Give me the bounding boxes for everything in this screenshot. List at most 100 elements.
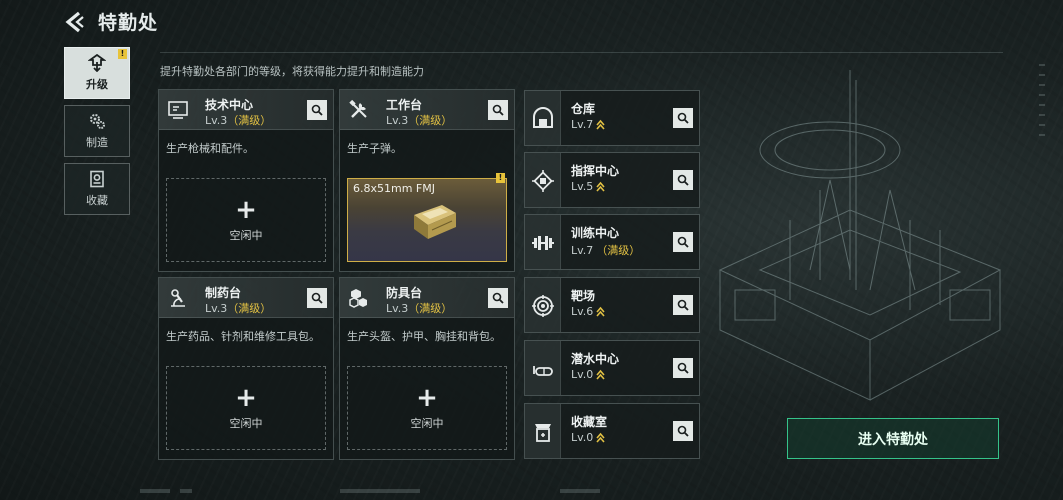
production-slot-idle[interactable]: + 空闲中 <box>347 366 507 450</box>
card-description: 生产头盔、护甲、胸挂和背包。 <box>347 330 501 343</box>
inspect-button[interactable] <box>307 100 327 120</box>
facility-icon-frame <box>525 404 561 458</box>
facility-icon-frame <box>525 91 561 145</box>
search-icon <box>677 174 689 186</box>
card-title: 制药台 <box>205 286 242 300</box>
inspect-button[interactable] <box>307 288 327 308</box>
side-nav: ! 升级 制造 收藏 <box>64 47 130 221</box>
command-chip-icon <box>532 170 554 192</box>
search-icon <box>492 104 504 116</box>
card-level: Lv.3（满级） <box>386 112 452 128</box>
card-level: Lv.3（满级） <box>386 300 452 316</box>
facility-level: Lv.7 <box>571 118 605 131</box>
card-armor-bench[interactable]: 防具台 Lv.3（满级） 生产头盔、护甲、胸挂和背包。 + 空闲中 <box>339 277 515 460</box>
facility-title: 潜水中心 <box>571 352 620 366</box>
nav-tab-upgrade[interactable]: ! 升级 <box>64 47 130 99</box>
upgrade-icon <box>88 54 106 72</box>
search-icon <box>677 425 689 437</box>
facility-title: 训练中心 <box>571 226 620 240</box>
inspect-button[interactable] <box>673 358 693 378</box>
idle-label: 空闲中 <box>410 417 444 430</box>
warehouse-icon <box>533 107 553 128</box>
nav-tab-collection[interactable]: 收藏 <box>64 163 130 215</box>
upgrade-available-icon <box>596 181 605 192</box>
level-value: Lv.0 <box>571 431 594 444</box>
card-pharmacy[interactable]: 制药台 Lv.3（满级） 生产药品、针剂和维修工具包。 + 空闲中 <box>158 277 334 460</box>
nav-tab-craft[interactable]: 制造 <box>64 105 130 157</box>
plus-icon: + <box>235 195 257 225</box>
max-level-tag: （满级） <box>227 302 272 315</box>
search-icon <box>492 292 504 304</box>
side-ticks <box>1039 64 1045 136</box>
facility-icon-frame <box>525 278 561 332</box>
card-title: 技术中心 <box>205 98 254 112</box>
search-icon <box>677 362 689 374</box>
level-value: Lv.5 <box>571 180 594 193</box>
card-header: 技术中心 Lv.3（满级） <box>159 90 333 130</box>
inspect-button[interactable] <box>673 232 693 252</box>
card-header: 工作台 Lv.3（满级） <box>340 90 514 130</box>
level-value: Lv.3 <box>205 114 228 127</box>
level-value: Lv.3 <box>205 302 228 315</box>
tools-icon <box>349 99 367 118</box>
inspect-button[interactable] <box>673 108 693 128</box>
headquarters-blueprint-art <box>718 70 1002 401</box>
production-slot-idle[interactable]: + 空闲中 <box>166 178 326 262</box>
level-value: Lv.7 <box>571 118 594 131</box>
nav-label-craft: 制造 <box>86 136 108 149</box>
bottom-decor-strip <box>140 489 600 493</box>
notification-badge: ! <box>118 49 127 59</box>
facility-warehouse[interactable]: 仓库 Lv.7 <box>524 90 700 146</box>
notification-badge: ! <box>496 173 505 183</box>
inspect-button[interactable] <box>673 170 693 190</box>
max-level-tag: （满级） <box>408 302 453 315</box>
facility-command-center[interactable]: 指挥中心 Lv.5 <box>524 152 700 208</box>
facility-diving-center[interactable]: 潜水中心 Lv.0 <box>524 340 700 396</box>
card-level: Lv.3（满级） <box>205 300 271 316</box>
upgrade-available-icon <box>596 432 605 443</box>
inspect-button[interactable] <box>673 295 693 315</box>
nav-label-upgrade: 升级 <box>86 78 108 91</box>
back-arrow-icon[interactable] <box>64 11 86 33</box>
idle-label: 空闲中 <box>229 417 263 430</box>
facility-icon-frame <box>525 215 561 269</box>
search-icon <box>311 104 323 116</box>
inspect-button[interactable] <box>673 421 693 441</box>
level-value: Lv.0 <box>571 368 594 381</box>
facility-title: 指挥中心 <box>571 164 620 178</box>
inspect-button[interactable] <box>488 288 508 308</box>
search-icon <box>677 299 689 311</box>
collection-room-icon <box>535 424 551 442</box>
monitor-icon <box>168 101 188 119</box>
max-level-tag: （满级） <box>408 114 453 127</box>
facility-title: 靶场 <box>571 289 596 303</box>
card-description: 生产枪械和配件。 <box>166 142 254 155</box>
search-icon <box>677 112 689 124</box>
max-level-tag: （满级） <box>596 244 641 257</box>
facility-shooting-range[interactable]: 靶场 Lv.6 <box>524 277 700 333</box>
facility-training-center[interactable]: 训练中心 Lv.7 （满级） <box>524 214 700 270</box>
facility-level: Lv.0 <box>571 368 605 381</box>
page-title: 特勤处 <box>98 12 159 34</box>
card-workbench[interactable]: 工作台 Lv.3（满级） 生产子弹。 6.8x51mm FMJ ! <box>339 89 515 272</box>
facility-collection-room[interactable]: 收藏室 Lv.0 <box>524 403 700 459</box>
level-value: Lv.7 <box>571 243 594 257</box>
search-icon <box>677 236 689 248</box>
search-icon <box>311 292 323 304</box>
enter-headquarters-button[interactable]: 进入特勤处 <box>787 418 999 459</box>
card-tech-center[interactable]: 技术中心 Lv.3（满级） 生产枪械和配件。 + 空闲中 <box>158 89 334 272</box>
level-value: Lv.3 <box>386 302 409 315</box>
inspect-button[interactable] <box>488 100 508 120</box>
max-level-tag: （满级） <box>227 114 272 127</box>
facility-level: Lv.7 （满级） <box>571 242 640 258</box>
plus-icon: + <box>416 383 438 413</box>
collection-icon <box>90 170 104 188</box>
production-slot-idle[interactable]: + 空闲中 <box>166 366 326 450</box>
production-slot-active[interactable]: 6.8x51mm FMJ ! <box>347 173 507 262</box>
card-title: 防具台 <box>386 286 423 300</box>
cubes-icon <box>349 289 367 308</box>
facility-level: Lv.6 <box>571 305 605 318</box>
target-icon <box>532 295 554 317</box>
diving-mask-icon <box>533 366 553 376</box>
facility-level: Lv.0 <box>571 431 605 444</box>
